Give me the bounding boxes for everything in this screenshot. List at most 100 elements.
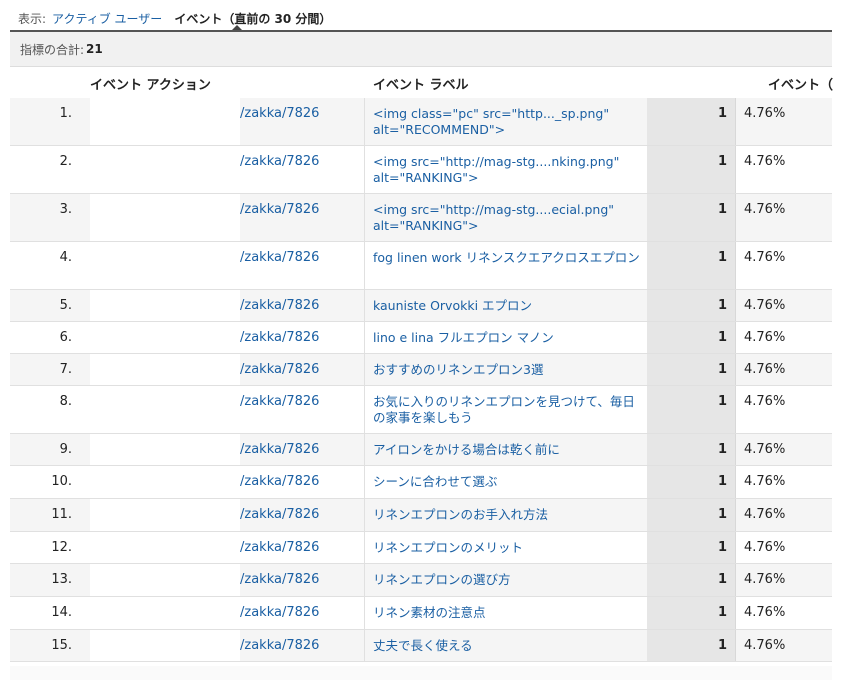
- event-label-link[interactable]: <img src="http://mag-stg....ecial.png" a…: [373, 202, 641, 234]
- redacted-area: [90, 322, 240, 353]
- event-action-link[interactable]: /zakka/7826: [240, 605, 319, 620]
- row-number: 9.: [59, 442, 72, 457]
- event-label-link[interactable]: リネン素材の注意点: [373, 605, 641, 621]
- event-count-cell: 1: [647, 290, 736, 321]
- event-label-link[interactable]: お気に入りのリネンエプロンを見つけて、毎日の家事を楽しもう: [373, 394, 641, 426]
- event-action-link[interactable]: /zakka/7826: [240, 572, 319, 587]
- redacted-area: [90, 98, 240, 145]
- event-label-cell: シーンに合わせて選ぶ: [364, 466, 648, 498]
- event-count-cell: 1: [647, 146, 736, 193]
- table-row: 14. /zakka/7826 リネン素材の注意点 1 4.76%: [10, 597, 832, 630]
- event-label-link[interactable]: リネンエプロンのお手入れ方法: [373, 507, 641, 523]
- row-number: 10.: [51, 474, 72, 489]
- event-label-link[interactable]: シーンに合わせて選ぶ: [373, 474, 641, 490]
- redacted-area: [90, 499, 240, 531]
- event-label-link[interactable]: リネンエプロンのメリット: [373, 540, 641, 556]
- row-number: 6.: [59, 330, 72, 345]
- event-count: 1: [717, 106, 727, 121]
- event-percentage: 4.76%: [744, 106, 786, 121]
- event-label-link[interactable]: おすすめのリネンエプロン3選: [373, 362, 641, 378]
- event-action-link[interactable]: /zakka/7826: [240, 638, 319, 653]
- event-count: 1: [717, 250, 727, 265]
- table-row: 8. /zakka/7826 お気に入りのリネンエプロンを見つけて、毎日の家事を楽し…: [10, 386, 832, 434]
- metric-total-label: 指標の合計:: [20, 42, 85, 57]
- row-number: 2.: [59, 154, 72, 169]
- view-label: 表示:: [18, 11, 47, 26]
- table-row: 5. /zakka/7826 kauniste Orvokki エプロン 1 4.76%: [10, 290, 832, 322]
- event-count: 1: [717, 362, 727, 377]
- table-row: 9. /zakka/7826 アイロンをかける場合は乾く前に 1 4.76%: [10, 434, 832, 466]
- event-action-link[interactable]: /zakka/7826: [240, 507, 319, 522]
- event-label-cell: fog linen work リネンスクエアクロスエプロン: [364, 242, 648, 289]
- event-label-link[interactable]: lino e lina フルエプロン マノン: [373, 330, 641, 346]
- event-count-cell: 1: [647, 354, 736, 385]
- event-label-link[interactable]: kauniste Orvokki エプロン: [373, 298, 641, 314]
- row-number: 11.: [51, 507, 72, 522]
- event-count: 1: [717, 474, 727, 489]
- event-count-cell: 1: [647, 466, 736, 498]
- event-label-cell: lino e lina フルエプロン マノン: [364, 322, 648, 353]
- redacted-area: [90, 146, 240, 193]
- row-number: 3.: [59, 202, 72, 217]
- event-action-link[interactable]: /zakka/7826: [240, 330, 319, 345]
- event-label-link[interactable]: <img class="pc" src="http..._sp.png" alt…: [373, 106, 641, 138]
- event-action-link[interactable]: /zakka/7826: [240, 106, 319, 121]
- event-count-cell: 1: [647, 630, 736, 661]
- event-count-cell: 1: [647, 194, 736, 241]
- redacted-area: [90, 386, 240, 433]
- redacted-area: [90, 242, 240, 289]
- event-action-link[interactable]: /zakka/7826: [240, 474, 319, 489]
- event-label-link[interactable]: 丈夫で長く使える: [373, 638, 641, 654]
- event-count: 1: [717, 605, 727, 620]
- view-option-active-users[interactable]: アクティブ ユーザー: [52, 10, 162, 27]
- event-action-link[interactable]: /zakka/7826: [240, 202, 319, 217]
- table-row: 12. /zakka/7826 リネンエプロンのメリット 1 4.76%: [10, 532, 832, 564]
- event-label-link[interactable]: リネンエプロンの選び方: [373, 572, 641, 588]
- event-label-cell: <img src="http://mag-stg....nking.png" a…: [364, 146, 648, 193]
- event-count: 1: [717, 638, 727, 653]
- row-number: 5.: [59, 298, 72, 313]
- event-label-cell: 丈夫で長く使える: [364, 630, 648, 661]
- row-number: 8.: [59, 394, 72, 409]
- redacted-area: [90, 194, 240, 241]
- table-row: 1. /zakka/7826 <img class="pc" src="http..…: [10, 98, 832, 146]
- event-action-link[interactable]: /zakka/7826: [240, 250, 319, 265]
- event-count: 1: [717, 394, 727, 409]
- event-label-cell: <img class="pc" src="http..._sp.png" alt…: [364, 98, 648, 145]
- event-count-cell: 1: [647, 499, 736, 531]
- event-action-link[interactable]: /zakka/7826: [240, 442, 319, 457]
- redacted-area: [90, 564, 240, 596]
- row-number: 14.: [51, 605, 72, 620]
- view-selector: 表示: アクティブ ユーザー イベント（直前の 30 分間）: [18, 8, 331, 28]
- event-action-link[interactable]: /zakka/7826: [240, 362, 319, 377]
- column-header-label[interactable]: イベント ラベル: [373, 74, 469, 93]
- event-percentage: 4.76%: [744, 394, 786, 409]
- event-action-link[interactable]: /zakka/7826: [240, 394, 319, 409]
- event-label-link[interactable]: fog linen work リネンスクエアクロスエプロン: [373, 250, 641, 266]
- row-number: 15.: [51, 638, 72, 653]
- event-label-cell: リネンエプロンの選び方: [364, 564, 648, 596]
- event-label-cell: kauniste Orvokki エプロン: [364, 290, 648, 321]
- table-row: 13. /zakka/7826 リネンエプロンの選び方 1 4.76%: [10, 564, 832, 597]
- event-count: 1: [717, 442, 727, 457]
- event-action-link[interactable]: /zakka/7826: [240, 540, 319, 555]
- event-count: 1: [717, 572, 727, 587]
- event-action-link[interactable]: /zakka/7826: [240, 298, 319, 313]
- event-count-cell: 1: [647, 597, 736, 629]
- column-header-action[interactable]: イベント アクション: [90, 74, 211, 93]
- column-header-events[interactable]: イベント（: [768, 74, 833, 93]
- event-label-cell: リネン素材の注意点: [364, 597, 648, 629]
- event-percentage: 4.76%: [744, 202, 786, 217]
- event-action-link[interactable]: /zakka/7826: [240, 154, 319, 169]
- metric-total-value: 21: [86, 42, 103, 56]
- event-percentage: 4.76%: [744, 250, 786, 265]
- event-count-cell: 1: [647, 564, 736, 596]
- event-percentage: 4.76%: [744, 474, 786, 489]
- event-count: 1: [717, 540, 727, 555]
- event-label-cell: お気に入りのリネンエプロンを見つけて、毎日の家事を楽しもう: [364, 386, 648, 433]
- event-percentage: 4.76%: [744, 298, 786, 313]
- view-option-events[interactable]: イベント（直前の 30 分間）: [174, 10, 331, 27]
- event-label-link[interactable]: アイロンをかける場合は乾く前に: [373, 442, 641, 458]
- event-label-link[interactable]: <img src="http://mag-stg....nking.png" a…: [373, 154, 641, 186]
- next-row-partial: [10, 666, 832, 680]
